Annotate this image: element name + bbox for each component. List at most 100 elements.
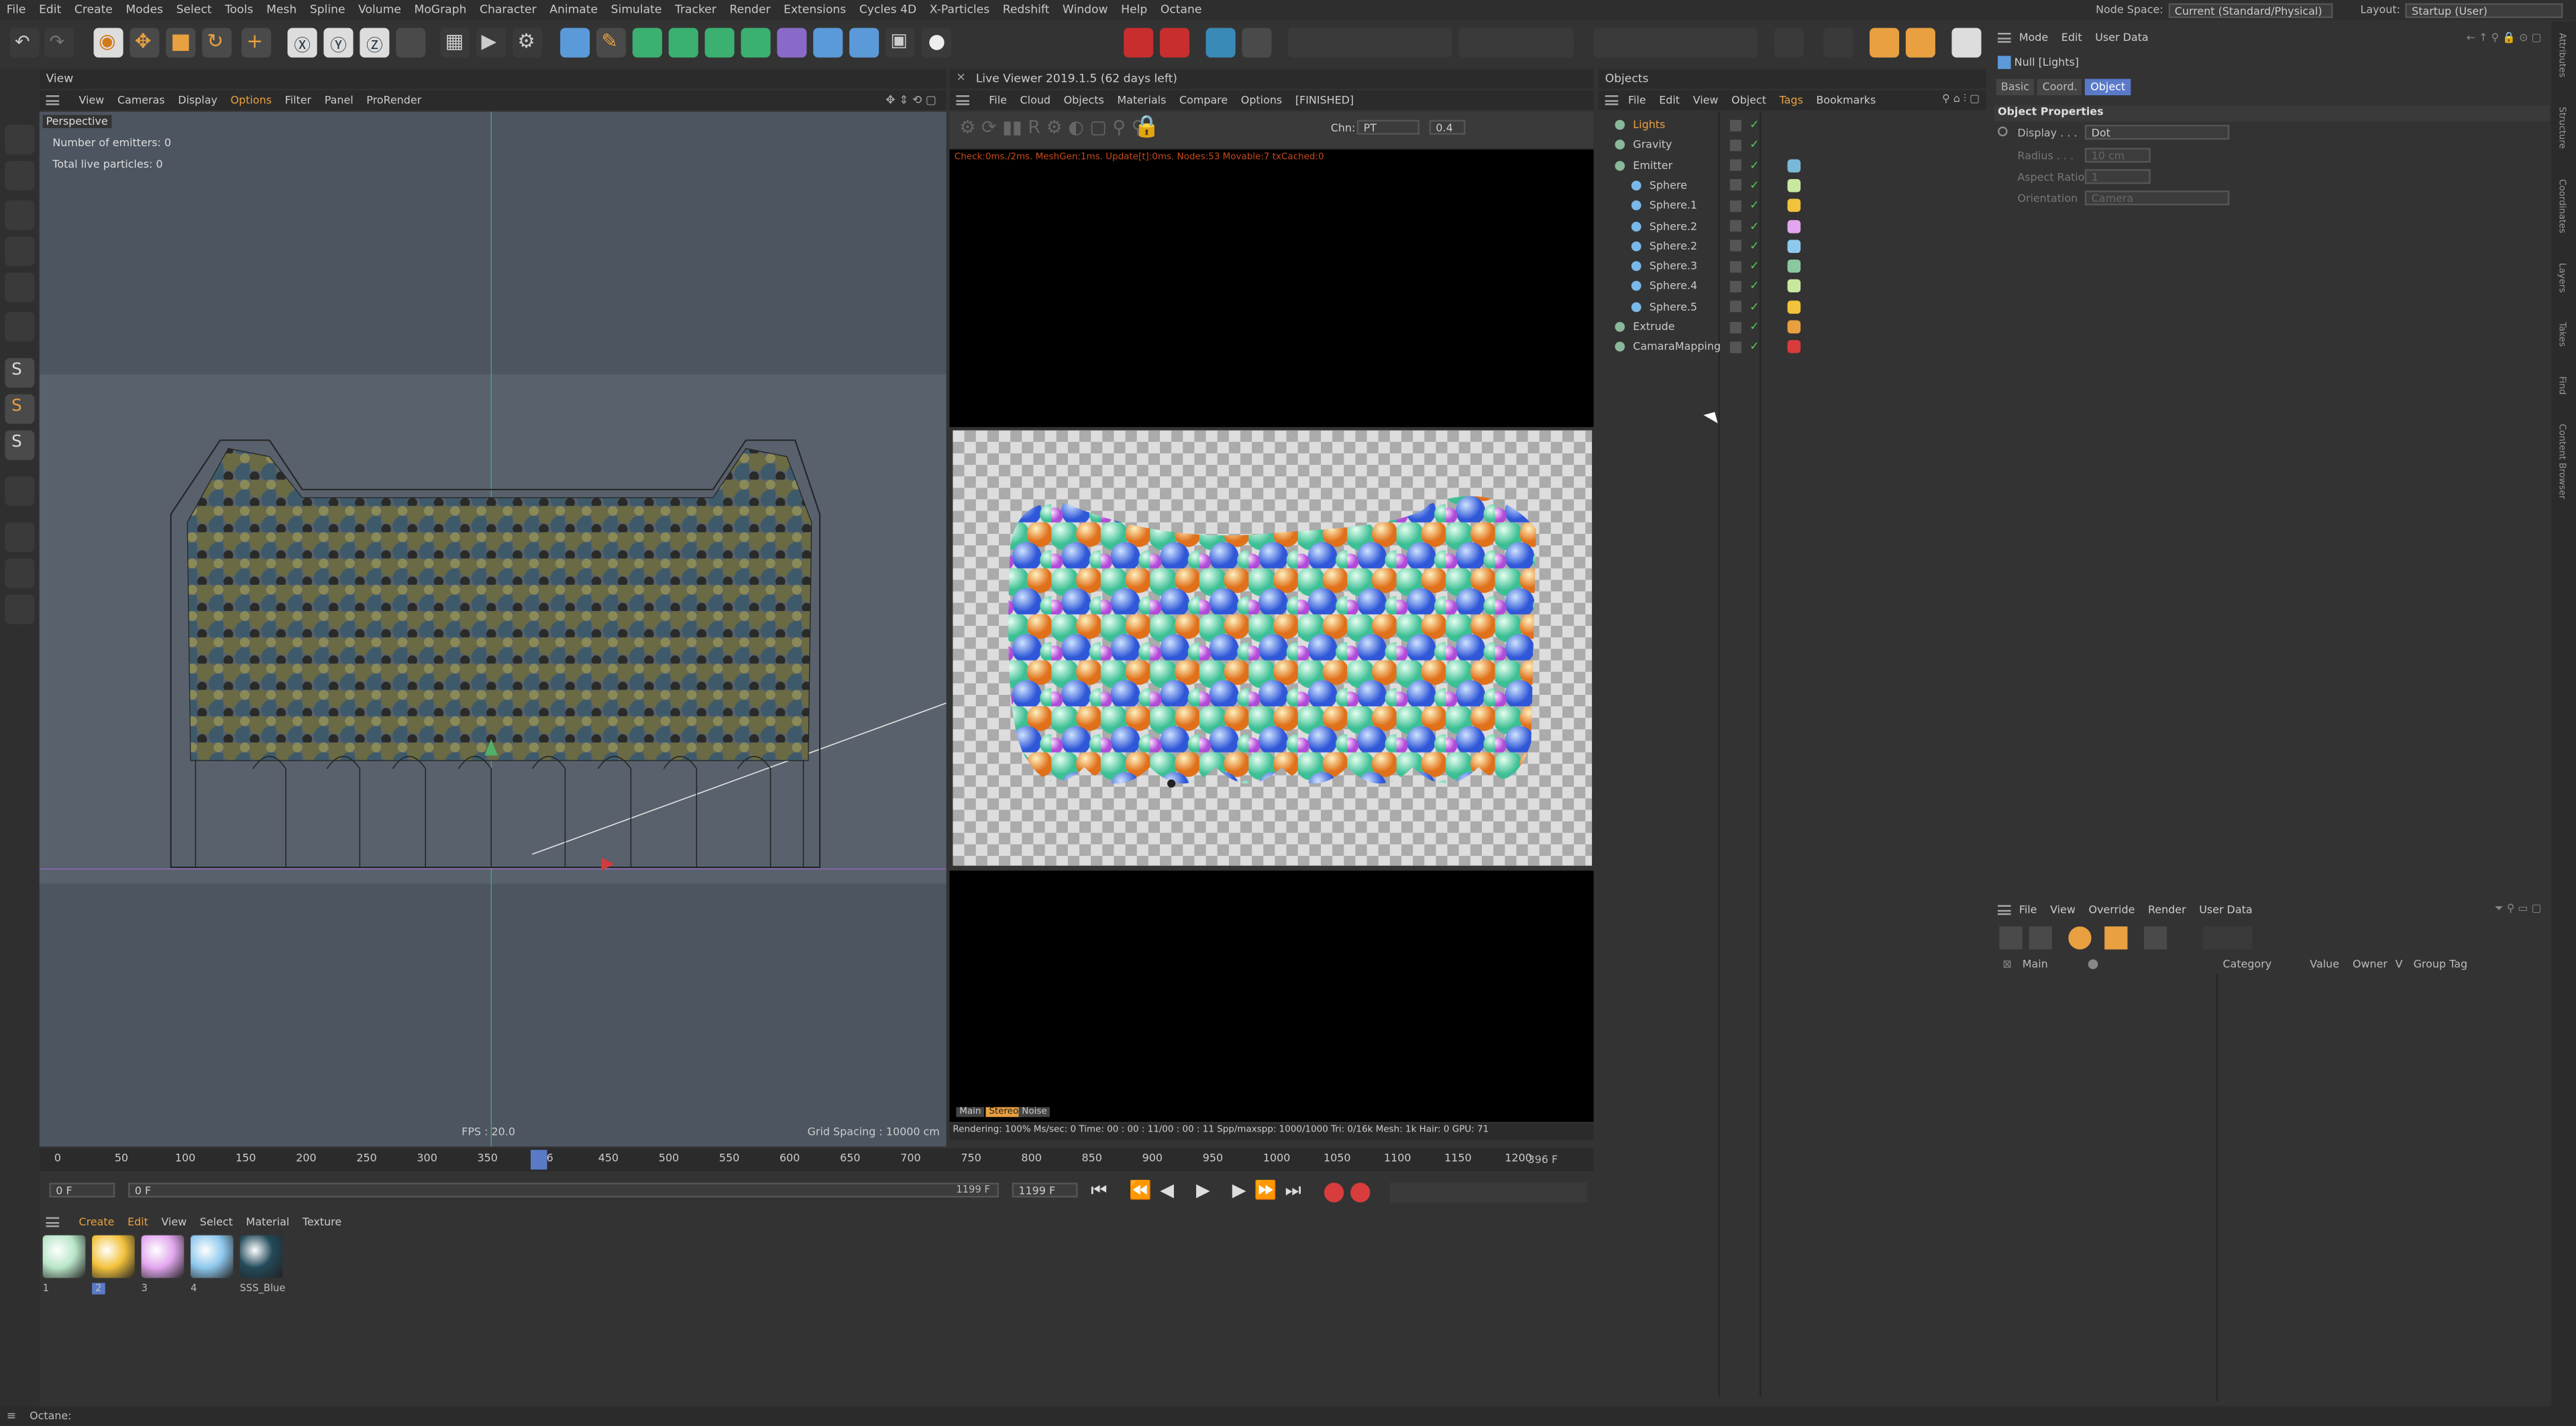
viewport-menu-options[interactable]: Options [231, 94, 272, 107]
menu-simulate[interactable]: Simulate [604, 3, 668, 17]
move-tool-icon[interactable]: ✥ [129, 28, 160, 58]
take-auto-icon[interactable] [2068, 926, 2092, 950]
grid-icon[interactable] [5, 558, 35, 588]
menu-cycles-4d[interactable]: Cycles 4D [853, 3, 923, 17]
layer-icon[interactable] [1729, 300, 1741, 313]
object-name[interactable]: Sphere.4 [1650, 280, 1697, 293]
y-axis-icon[interactable]: Ⓨ [323, 28, 354, 58]
record-icon[interactable] [1324, 1183, 1344, 1203]
viewport-menu-filter[interactable]: Filter [285, 94, 311, 107]
render-settings-icon[interactable]: ⚙ [513, 28, 543, 58]
current-frame-field[interactable]: 0 F [49, 1183, 115, 1198]
extrude-icon[interactable] [668, 28, 698, 58]
material-label[interactable]: 3 [142, 1283, 148, 1295]
object-row[interactable]: Sphere.5 ✓ [1602, 297, 1985, 317]
axis-mode-icon[interactable] [5, 312, 35, 342]
enabled-check-icon[interactable]: ✓ [1750, 300, 1759, 313]
objects-menu-tags[interactable]: Tags [1779, 94, 1803, 107]
z-axis-icon[interactable]: Ⓩ [360, 28, 390, 58]
lv-tab-main[interactable]: Main [956, 1107, 985, 1117]
take-new-icon[interactable] [1999, 926, 2023, 950]
octane-live-viewer-icon[interactable] [1905, 28, 1935, 58]
layer-icon[interactable] [1729, 260, 1741, 272]
material-label[interactable]: 2 [92, 1282, 105, 1295]
timeline-playhead[interactable] [531, 1150, 548, 1170]
menu-edit[interactable]: Edit [32, 3, 68, 17]
take-range-icons[interactable] [2203, 926, 2253, 950]
menu-mesh[interactable]: Mesh [260, 3, 303, 17]
layer-icon[interactable] [1729, 200, 1741, 212]
side-tab-content-browser[interactable]: Content Browser [2557, 425, 2567, 500]
lv-menu-cloud[interactable]: Cloud [1020, 94, 1051, 107]
live-viewer-menu-icon[interactable] [956, 95, 969, 105]
coord-system-icon[interactable] [396, 28, 426, 58]
octane-tag-icon[interactable] [1823, 28, 1854, 58]
live-select-icon[interactable]: + [241, 28, 272, 58]
object-name[interactable]: Sphere.1 [1650, 199, 1697, 213]
xp-emitter-icon[interactable] [1159, 28, 1190, 58]
object-row[interactable]: Sphere.1 ✓ [1602, 196, 1985, 215]
enabled-check-icon[interactable]: ✓ [1750, 199, 1759, 213]
menu-animate[interactable]: Animate [543, 3, 604, 17]
render-view-icon[interactable]: ▶ [476, 28, 506, 58]
deformer-icon[interactable] [777, 28, 807, 58]
object-row[interactable]: Sphere ✓ [1602, 176, 1985, 195]
snap-settings-icon[interactable]: S [5, 394, 35, 424]
attributes-menu-icon[interactable] [1997, 32, 2011, 43]
material-swatch[interactable] [239, 1235, 283, 1278]
object-name[interactable]: Sphere [1650, 179, 1687, 193]
timeline-ruler[interactable] [39, 1148, 1594, 1172]
mat-menu-material[interactable]: Material [246, 1215, 290, 1229]
mat-menu-select[interactable]: Select [200, 1215, 233, 1229]
side-tab-attributes[interactable]: Attributes [2557, 33, 2567, 78]
object-row[interactable]: Gravity ✓ [1602, 135, 1985, 155]
chn-select[interactable]: PT [1356, 119, 1419, 135]
render-region-icon[interactable]: ▦ [440, 28, 470, 58]
node-space-select[interactable]: Current (Standard/Physical) [2167, 2, 2332, 17]
mat-menu-texture[interactable]: Texture [303, 1215, 341, 1229]
objects-search-icons[interactable]: ⚲ ⌂ ⫶ ▢ [1942, 92, 1980, 107]
floor-icon[interactable] [849, 28, 879, 58]
lv-menu-options[interactable]: Options [1241, 94, 1282, 107]
layer-icon[interactable] [1729, 341, 1741, 353]
viewport-menu-view[interactable]: View [79, 94, 105, 107]
viewport-menu-panel[interactable]: Panel [325, 94, 354, 107]
x-axis-icon[interactable]: Ⓧ [287, 28, 317, 58]
xp-system-icon[interactable] [1124, 28, 1154, 58]
lv-tab-noise[interactable]: Noise [1018, 1107, 1051, 1117]
lv-menu-compare[interactable]: Compare [1179, 94, 1228, 107]
menu-file[interactable]: File [0, 3, 32, 17]
playback-controls[interactable]: ⏮ ⏪◀ ▶ ▶⏩⏭ [1091, 1179, 1309, 1202]
lv-toolbar-icons[interactable]: ⚙ ⟳ ▮▮ R ⚙ ◐ ▢ ⚲ ⚲ [959, 117, 1144, 138]
scale-tool-icon[interactable] [166, 28, 196, 58]
takes-menu-file[interactable]: File [2019, 903, 2037, 917]
takes-menu-render[interactable]: Render [2148, 903, 2186, 917]
take-clone-icon[interactable] [2029, 926, 2052, 950]
enabled-check-icon[interactable]: ✓ [1750, 239, 1759, 253]
side-tab-coordinates[interactable]: Coordinates [2557, 178, 2567, 233]
field-icon[interactable] [813, 28, 843, 58]
render-output[interactable] [953, 430, 1593, 866]
material-tag-icon[interactable] [1787, 340, 1801, 354]
lv-tab-stereo[interactable]: Stereo [985, 1107, 1022, 1117]
attr-tab-basic[interactable]: Basic [1996, 78, 2035, 96]
col-v[interactable]: V [2396, 958, 2403, 971]
xp-modifier-icons[interactable] [1458, 28, 1574, 58]
object-name[interactable]: Sphere.2 [1650, 219, 1697, 233]
radius-field[interactable]: 10 cm [2084, 148, 2151, 163]
points-mode-icon[interactable] [5, 200, 35, 230]
attr-tab-coord[interactable]: Coord. [2037, 78, 2083, 96]
menu-redshift[interactable]: Redshift [996, 3, 1056, 17]
menu-create[interactable]: Create [68, 3, 119, 17]
mat-menu-view[interactable]: View [161, 1215, 186, 1229]
menu-select[interactable]: Select [170, 3, 219, 17]
light-icon[interactable]: ● [921, 28, 951, 58]
takes-menu-view[interactable]: View [2050, 903, 2076, 917]
objects-menu-object[interactable]: Object [1731, 94, 1766, 107]
col-owner[interactable]: Owner [2353, 958, 2387, 971]
viewport-menu-cameras[interactable]: Cameras [117, 94, 165, 107]
layer-icon[interactable] [1729, 321, 1741, 333]
material-swatch[interactable] [42, 1235, 86, 1278]
take-expand-icon[interactable]: ⊠ [2002, 958, 2011, 971]
material-tag-icon[interactable] [1787, 158, 1801, 172]
